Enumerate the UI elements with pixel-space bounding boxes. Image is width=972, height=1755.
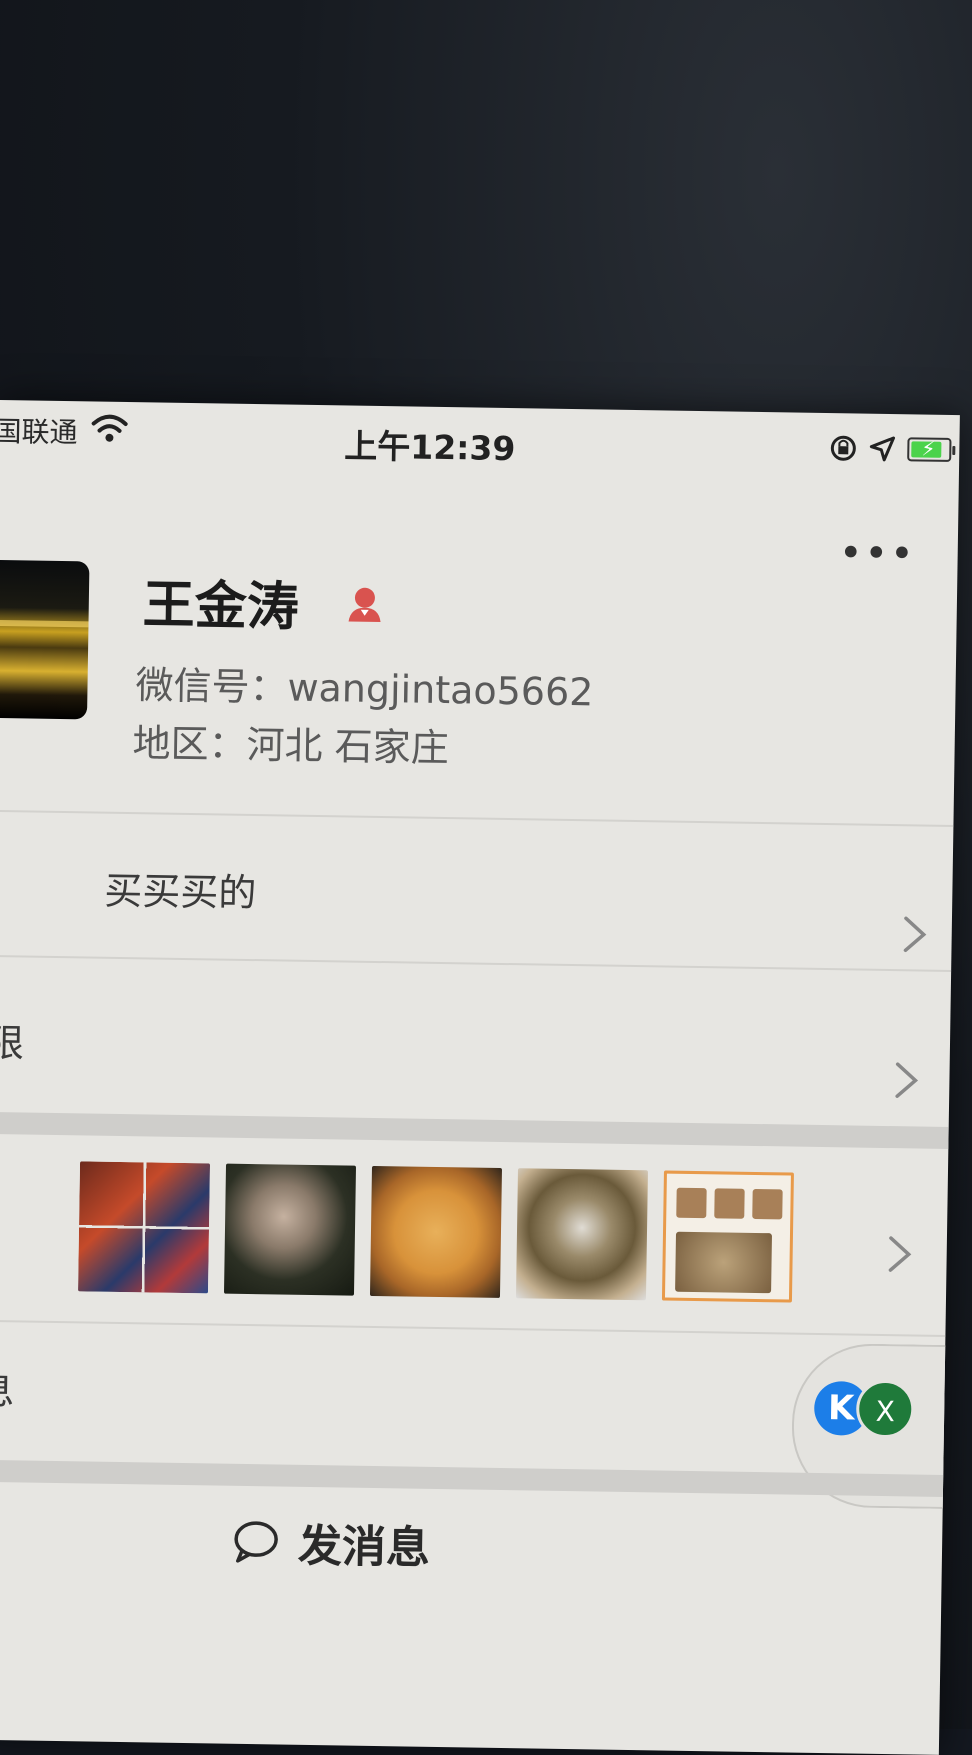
phone-screen: 国联通 上午12:39 ⚡ ••• 王金涛 微信号：wangjintao5662… <box>0 400 960 1755</box>
remark-row-label[interactable]: 买买买的 <box>104 860 257 917</box>
chat-bubble-icon <box>234 1521 278 1563</box>
profile-name: 王金涛 <box>142 575 300 638</box>
location-icon <box>869 436 896 462</box>
wechat-id: 微信号：wangjintao5662 <box>135 663 594 715</box>
divider <box>0 1319 946 1337</box>
chevron-right-icon[interactable] <box>901 914 928 954</box>
moments-photo[interactable] <box>515 1168 648 1301</box>
female-icon <box>348 587 381 623</box>
more-info-row-label[interactable]: 息 <box>0 1360 15 1416</box>
wifi-icon <box>91 414 128 442</box>
rotation-lock-icon <box>830 435 856 461</box>
more-options-button[interactable]: ••• <box>839 530 916 577</box>
status-time: 上午12:39 <box>344 426 516 469</box>
divider <box>0 809 954 828</box>
status-icons: ⚡ <box>829 431 952 467</box>
send-message-label: 发消息 <box>297 1520 431 1574</box>
chevron-right-icon[interactable] <box>893 1060 920 1100</box>
avatar[interactable] <box>0 559 90 720</box>
region: 地区：河北 石家庄 <box>132 721 450 771</box>
chevron-right-icon[interactable] <box>886 1234 913 1274</box>
send-message-button[interactable]: 发消息 <box>232 1509 431 1576</box>
carrier-label: 国联通 <box>0 414 78 450</box>
moments-photo[interactable] <box>78 1161 211 1294</box>
moments-photo[interactable] <box>223 1163 357 1296</box>
divider <box>0 954 952 973</box>
moments-photo[interactable] <box>369 1165 502 1298</box>
permissions-row-label[interactable]: 限 <box>0 1012 24 1068</box>
moments-photo-strip[interactable] <box>78 1161 794 1303</box>
moments-photo[interactable] <box>661 1170 794 1303</box>
battery-icon: ⚡ <box>907 436 952 462</box>
section-separator <box>0 1111 949 1149</box>
status-bar: 国联通 上午12:39 ⚡ <box>0 400 960 485</box>
